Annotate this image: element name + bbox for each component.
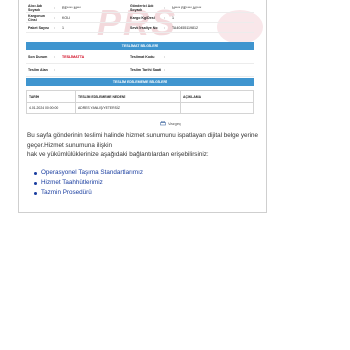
link-operational-standards[interactable]: Operasyonel Taşıma Standartlarımız <box>41 168 143 178</box>
cell-reason: ADRES YANLIŞ/YETERSİZ <box>75 102 181 114</box>
cargo-type-label: Kargonun Cinsi <box>28 13 45 22</box>
bullet-icon <box>34 171 37 175</box>
cargo-type-value: KOLI <box>62 15 71 20</box>
info-row: Son Durum : TESLİMATTA Teslimat Kodu : <box>26 51 254 64</box>
waybill-number-label: Sevk İrsaliye No <box>130 25 158 30</box>
description-line: hak ve yükümlülüklerinize aşağıdaki bağl… <box>27 151 209 158</box>
last-status-label: Son Durum <box>28 55 48 59</box>
info-row: Paket Sayısı : 1 Sevk İrsaliye No : TA40… <box>26 23 254 33</box>
delivery-info-header: TESLİMAT BİLGİLERİ <box>26 42 254 50</box>
info-row: Alıcı Adı Soyadı : RE**** M*** Gönderici… <box>26 3 254 13</box>
cargo-weight-label: Kargo Kg/Desi <box>130 15 155 20</box>
last-status-value: TESLİMATTA <box>62 55 85 59</box>
failed-delivery-table: TARİH TESLİM EDİLEMEME NEDENİ AÇIKLAMA 4… <box>26 90 254 114</box>
waybill-number-value: TA40455119812 <box>172 25 199 30</box>
description-line: geçer.Hizmet sunumuna ilişkin <box>27 141 113 149</box>
printer-icon <box>160 121 166 126</box>
column-header-date: TARİH <box>26 90 76 103</box>
delivery-datetime-label: Teslim Tarihi Saati <box>130 68 162 72</box>
description-text: Bu sayfa gönderinin teslimi halinde hizm… <box>27 131 267 160</box>
list-item: Tazmin Prosedürü <box>34 188 143 198</box>
delivery-info-grid: Son Durum : TESLİMATTA Teslimat Kodu : T… <box>26 51 254 77</box>
package-count-label: Paket Sayısı <box>28 25 49 30</box>
list-item: Operasyonel Taşıma Standartlarımız <box>34 168 143 178</box>
received-by-label: Teslim Alan <box>28 68 48 72</box>
link-service-commitments[interactable]: Hizmet Taahhütlerimiz <box>41 178 103 188</box>
package-count-value: 1 <box>62 25 64 30</box>
info-row: Teslim Alan : Teslim Tarihi Saati : <box>26 64 254 77</box>
policy-links: Operasyonel Taşıma Standartlarımız Hizme… <box>34 168 143 198</box>
failed-delivery-header: TESLİM EDİLEMEME BİLGİLERİ <box>26 78 254 86</box>
cancel-label: Vazgeç <box>168 121 182 126</box>
description-line: Bu sayfa gönderinin teslimi halinde hizm… <box>27 132 259 139</box>
receiver-name-value: RE**** M*** <box>62 5 81 10</box>
receiver-name-label: Alıcı Adı Soyadı <box>28 3 43 12</box>
cell-date: 4.01.2024 00:00:00 <box>26 102 76 114</box>
column-header-note: AÇIKLAMA <box>180 90 254 103</box>
delivery-code-label: Teslimat Kodu <box>130 55 155 59</box>
cargo-weight-value: 1 <box>172 15 174 20</box>
sender-name-label: Gönderici Adı Soyadı <box>130 3 154 12</box>
column-header-reason: TESLİM EDİLEMEME NEDENİ <box>75 90 181 103</box>
bullet-icon <box>34 191 37 195</box>
bullet-icon <box>34 181 37 185</box>
sender-name-value: N**** RE**** AY*** <box>172 5 202 10</box>
info-row: Kargonun Cinsi : KOLI Kargo Kg/Desi : 1 <box>26 13 254 23</box>
cancel-link[interactable]: Vazgeç <box>160 121 181 126</box>
shipment-info-grid: Alıcı Adı Soyadı : RE**** M*** Gönderici… <box>26 3 254 33</box>
link-compensation-procedure[interactable]: Tazmin Prosedürü <box>41 188 92 198</box>
table-row: 4.01.2024 00:00:00 ADRES YANLIŞ/YETERSİZ <box>26 102 254 114</box>
table-header-row: TARİH TESLİM EDİLEMEME NEDENİ AÇIKLAMA <box>26 90 254 103</box>
list-item: Hizmet Taahhütlerimiz <box>34 178 143 188</box>
cell-note <box>180 102 254 114</box>
